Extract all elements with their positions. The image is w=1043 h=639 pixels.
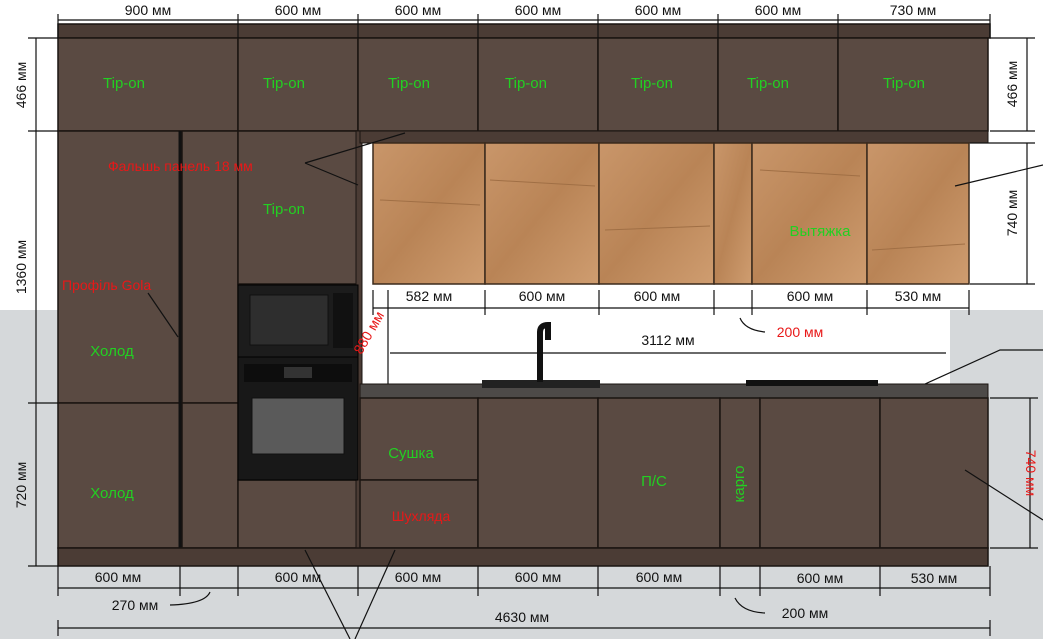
label-tipon-6: Tip-on <box>747 75 789 92</box>
label-tipon-1: Tip-on <box>103 75 145 92</box>
top-dim-5: 600 мм <box>635 2 682 18</box>
upper-cabinet-1 <box>57 37 239 132</box>
label-cold-upper: Холод <box>90 343 134 360</box>
niche-width: 3112 мм <box>641 332 694 348</box>
wood-cabinet-3 <box>598 142 715 285</box>
bottom-extra-right: 200 мм <box>782 605 829 621</box>
right-dim-top: 466 мм <box>1004 61 1020 108</box>
top-dim-4: 600 мм <box>515 2 562 18</box>
oven-column-bottom-door <box>237 479 359 549</box>
bottom-dim-6: 600 мм <box>797 570 844 586</box>
tall-door-narrow-lower <box>181 402 239 549</box>
label-false-panel: Фальшь панель 18 мм <box>108 158 253 174</box>
base-cabinet-sink <box>477 397 599 549</box>
wall-dim-3: 600 мм <box>634 288 681 304</box>
microwave <box>237 284 359 358</box>
label-ps: П/С <box>641 473 667 490</box>
wall-dim-5: 530 мм <box>895 288 942 304</box>
total-width: 4630 мм <box>495 609 549 625</box>
label-tipon-4: Tip-on <box>505 75 547 92</box>
fridge-door-lower <box>57 402 181 549</box>
label-tipon-3: Tip-on <box>388 75 430 92</box>
label-dryer: Сушка <box>388 445 434 462</box>
label-tipon-5: Tip-on <box>631 75 673 92</box>
label-drawers: Шухляда <box>392 508 451 524</box>
label-hood: Вытяжка <box>789 223 851 240</box>
hood-cabinet <box>751 142 868 285</box>
drawing-canvas: 900 мм 600 мм 600 мм 600 мм 600 мм 600 м… <box>0 0 1043 639</box>
top-dim-1: 900 мм <box>125 2 172 18</box>
left-dim-top: 466 мм <box>13 62 29 109</box>
label-tipon-7: Tip-on <box>883 75 925 92</box>
cooktop <box>746 380 878 386</box>
plinth <box>57 547 989 567</box>
base-cabinets <box>359 397 989 549</box>
dryer-cabinet <box>359 397 479 481</box>
label-cargo: карго <box>731 465 748 502</box>
wood-cabinet-2 <box>484 142 600 285</box>
label-tipon-8: Tip-on <box>263 201 305 218</box>
bottom-dim-5: 600 мм <box>636 569 683 585</box>
top-dim-2: 600 мм <box>275 2 322 18</box>
top-dim-6: 600 мм <box>755 2 802 18</box>
wood-cabinet-1 <box>372 142 486 285</box>
base-cabinet-cooktop <box>759 397 881 549</box>
left-dim-bottom: 720 мм <box>13 462 29 509</box>
label-tipon-2: Tip-on <box>263 75 305 92</box>
oven-display <box>284 367 312 378</box>
microwave-panel <box>333 293 353 348</box>
oven <box>237 356 359 481</box>
wood-cabinets <box>359 130 989 285</box>
wall-dim-2: 600 мм <box>519 288 566 304</box>
bottom-dim-1: 600 мм <box>95 569 142 585</box>
wood-cabinet-5 <box>866 142 970 285</box>
label-gola-profile: Профіль Gola <box>62 277 151 293</box>
label-cold-lower: Холод <box>90 485 134 502</box>
microwave-window <box>249 294 329 346</box>
oven-window <box>251 397 345 455</box>
kitchen-elevation-drawing: 900 мм 600 мм 600 мм 600 мм 600 мм 600 м… <box>0 0 1043 639</box>
bottom-extra-left: 270 мм <box>112 597 159 613</box>
bottom-dim-2: 600 мм <box>275 569 322 585</box>
wall-dim-4: 600 мм <box>787 288 834 304</box>
top-dim-7: 730 мм <box>890 2 937 18</box>
gap-dim: 200 мм <box>777 324 824 340</box>
countertop <box>359 383 989 399</box>
base-cabinet-end <box>879 397 989 549</box>
right-dim-mid: 740 мм <box>1004 190 1020 237</box>
wood-filler <box>713 142 753 285</box>
wood-cabinets-top <box>359 130 989 144</box>
left-dim-mid: 1360 мм <box>13 240 29 294</box>
bottom-dim-4: 600 мм <box>515 569 562 585</box>
crown-bar <box>57 23 991 39</box>
bottom-dim-7: 530 мм <box>911 570 958 586</box>
right-dim-bottom: 740 мм <box>1023 450 1039 497</box>
wall-dim-1: 582 мм <box>406 288 453 304</box>
bottom-dim-3: 600 мм <box>395 569 442 585</box>
top-dim-3: 600 мм <box>395 2 442 18</box>
